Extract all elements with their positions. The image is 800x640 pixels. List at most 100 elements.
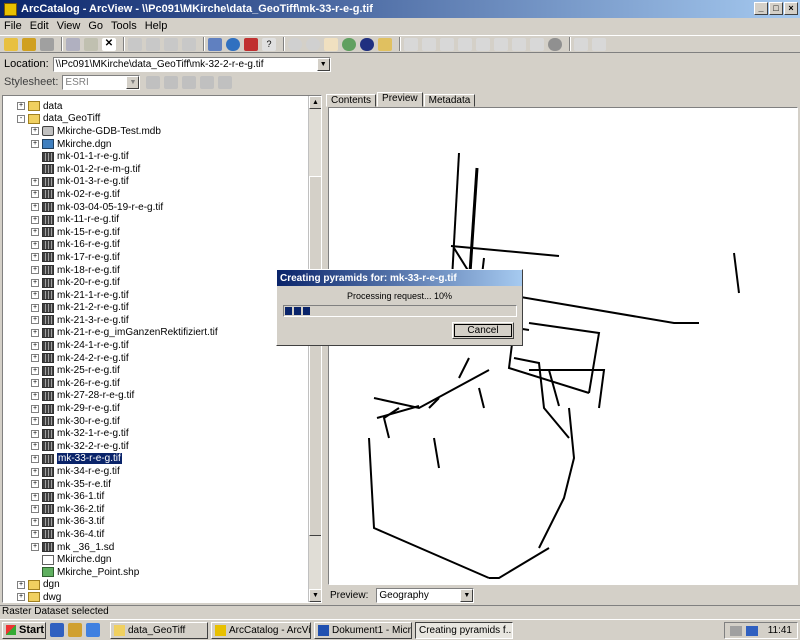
identify-icon[interactable] [360, 37, 374, 51]
menu-view[interactable]: View [57, 20, 81, 32]
expand-icon[interactable]: + [31, 442, 39, 451]
tree-item[interactable]: + mk-29-r-e-g.tif [3, 402, 309, 415]
task-creating-pyramids[interactable]: Creating pyramids f... [415, 621, 513, 639]
expand-icon[interactable]: + [31, 291, 39, 300]
tree-item[interactable]: + mk-24-2-r-e-g.tif [3, 352, 309, 365]
tab-preview[interactable]: Preview [377, 92, 423, 107]
tree-item[interactable]: + mk _36_1.sd [3, 541, 309, 554]
expand-icon[interactable]: + [31, 354, 39, 363]
tree-item[interactable]: mk-01-2-r-e-m-g.tif [3, 163, 309, 176]
tree-item[interactable]: + data [3, 100, 309, 113]
close-button[interactable]: × [784, 2, 798, 15]
tree-item[interactable]: + mk-20-r-e-g.tif [3, 276, 309, 289]
tree-item[interactable]: + mk-21-2-r-e-g.tif [3, 302, 309, 315]
explorer-quicklaunch-icon[interactable] [68, 623, 82, 637]
speaker-icon[interactable] [729, 625, 742, 636]
pan-icon[interactable] [324, 37, 338, 51]
expand-icon[interactable]: + [31, 379, 39, 388]
delete-icon[interactable]: ✕ [102, 37, 116, 51]
expand-icon[interactable]: + [31, 492, 39, 501]
language-icon[interactable] [745, 625, 758, 636]
expand-icon[interactable]: + [17, 102, 25, 111]
up-one-level-icon[interactable] [4, 37, 18, 51]
expand-icon[interactable]: + [31, 505, 39, 514]
expand-icon[interactable]: + [31, 190, 39, 199]
tree-item[interactable]: + mk-33-r-e-g.tif [3, 452, 309, 466]
arctoolbox-icon[interactable] [244, 37, 258, 51]
disconnect-folder-icon[interactable] [40, 37, 54, 51]
scroll-thumb[interactable] [309, 176, 321, 536]
expand-icon[interactable]: + [31, 429, 39, 438]
launch-arcmap-icon[interactable] [208, 37, 222, 51]
tab-metadata[interactable]: Metadata [423, 94, 476, 107]
tab-contents[interactable]: Contents [326, 94, 377, 107]
expand-icon[interactable]: + [31, 328, 39, 337]
metadata-tool-icon[interactable] [512, 37, 526, 51]
expand-icon[interactable]: + [31, 266, 39, 275]
create-thumbnail-icon[interactable] [378, 37, 392, 51]
metadata-tool-icon[interactable] [476, 37, 490, 51]
tree-item[interactable]: + dgn [3, 579, 309, 592]
expand-icon[interactable]: + [31, 417, 39, 426]
collapse-icon[interactable]: - [17, 114, 25, 123]
expand-icon[interactable]: + [31, 366, 39, 375]
metadata-tool-icon[interactable] [494, 37, 508, 51]
expand-icon[interactable]: + [31, 480, 39, 489]
clock[interactable]: 11:41 [768, 625, 792, 636]
expand-icon[interactable]: + [31, 530, 39, 539]
dropdown-arrow-icon[interactable]: ▼ [460, 588, 474, 602]
dropdown-arrow-icon[interactable]: ▼ [126, 75, 140, 89]
tree-item[interactable]: - data_GeoTiff [3, 113, 309, 126]
tree-item[interactable]: + mk-30-r-e-g.tif [3, 415, 309, 428]
tree-scrollbar[interactable]: ▲ ▼ [308, 96, 321, 602]
menu-edit[interactable]: Edit [30, 20, 49, 32]
scroll-down-icon[interactable]: ▼ [309, 589, 321, 602]
expand-icon[interactable]: + [31, 203, 39, 212]
stylesheet-edit-icon[interactable] [146, 75, 161, 89]
expand-icon[interactable]: + [31, 228, 39, 237]
start-button[interactable]: Start [2, 621, 46, 639]
expand-icon[interactable]: + [31, 140, 39, 149]
tree-item[interactable]: + mk-32-1-r-e-g.tif [3, 427, 309, 440]
expand-icon[interactable]: + [31, 341, 39, 350]
tree-item[interactable]: + mk-26-r-e-g.tif [3, 377, 309, 390]
tree-item[interactable]: + mk-27-28-r-e-g.tif [3, 390, 309, 403]
cancel-button[interactable]: Cancel [452, 322, 514, 339]
expand-icon[interactable]: + [31, 454, 39, 463]
tree-item[interactable]: + mk-36-1.tif [3, 490, 309, 503]
preview-mode-select[interactable]: Geography ▼ [376, 587, 475, 603]
expand-icon[interactable]: + [17, 580, 25, 589]
expand-icon[interactable]: + [17, 593, 25, 602]
metadata-edit-icon[interactable] [574, 37, 588, 51]
globe-icon[interactable] [226, 37, 240, 51]
tree-item[interactable]: + mk-35-r-e.tif [3, 478, 309, 491]
location-combo[interactable]: \\Pc091\MKirche\data_GeoTiff\mk-32-2-r-e… [52, 56, 331, 72]
metadata-pan-icon[interactable] [422, 37, 436, 51]
tree-item[interactable]: + mk-21-1-r-e-g.tif [3, 289, 309, 302]
tree-item[interactable]: + mk-36-3.tif [3, 516, 309, 529]
expand-icon[interactable]: + [31, 404, 39, 413]
metadata-zoom-icon[interactable] [404, 37, 418, 51]
stylesheet-tool-icon[interactable] [218, 75, 233, 89]
metadata-tool-icon[interactable] [530, 37, 544, 51]
tree-item[interactable]: + mk-34-r-e-g.tif [3, 465, 309, 478]
stylesheet-tool-icon[interactable] [200, 75, 215, 89]
expand-icon[interactable]: + [31, 467, 39, 476]
expand-icon[interactable]: + [31, 177, 39, 186]
expand-icon[interactable]: + [31, 240, 39, 249]
tree-item[interactable]: + Mkirche.dgn [3, 138, 309, 151]
zoom-in-icon[interactable] [288, 37, 302, 51]
tree-item[interactable]: + mk-17-r-e-g.tif [3, 251, 309, 264]
tree-item[interactable]: + mk-32-2-r-e-g.tif [3, 440, 309, 453]
tree-item[interactable]: Mkirche_Point.shp [3, 566, 309, 579]
arccatalog-app-icon[interactable] [4, 2, 17, 16]
metadata-record-icon[interactable] [548, 37, 562, 51]
stylesheet-tool-icon[interactable] [182, 75, 197, 89]
tree-item[interactable]: + mk-16-r-e-g.tif [3, 239, 309, 252]
zoom-out-icon[interactable] [306, 37, 320, 51]
tree-item[interactable]: + mk-18-r-e-g.tif [3, 264, 309, 277]
expand-icon[interactable]: + [31, 391, 39, 400]
tree-item[interactable]: + mk-02-r-e-g.tif [3, 188, 309, 201]
copy-icon[interactable] [66, 37, 80, 51]
geography-preview[interactable] [328, 107, 798, 585]
